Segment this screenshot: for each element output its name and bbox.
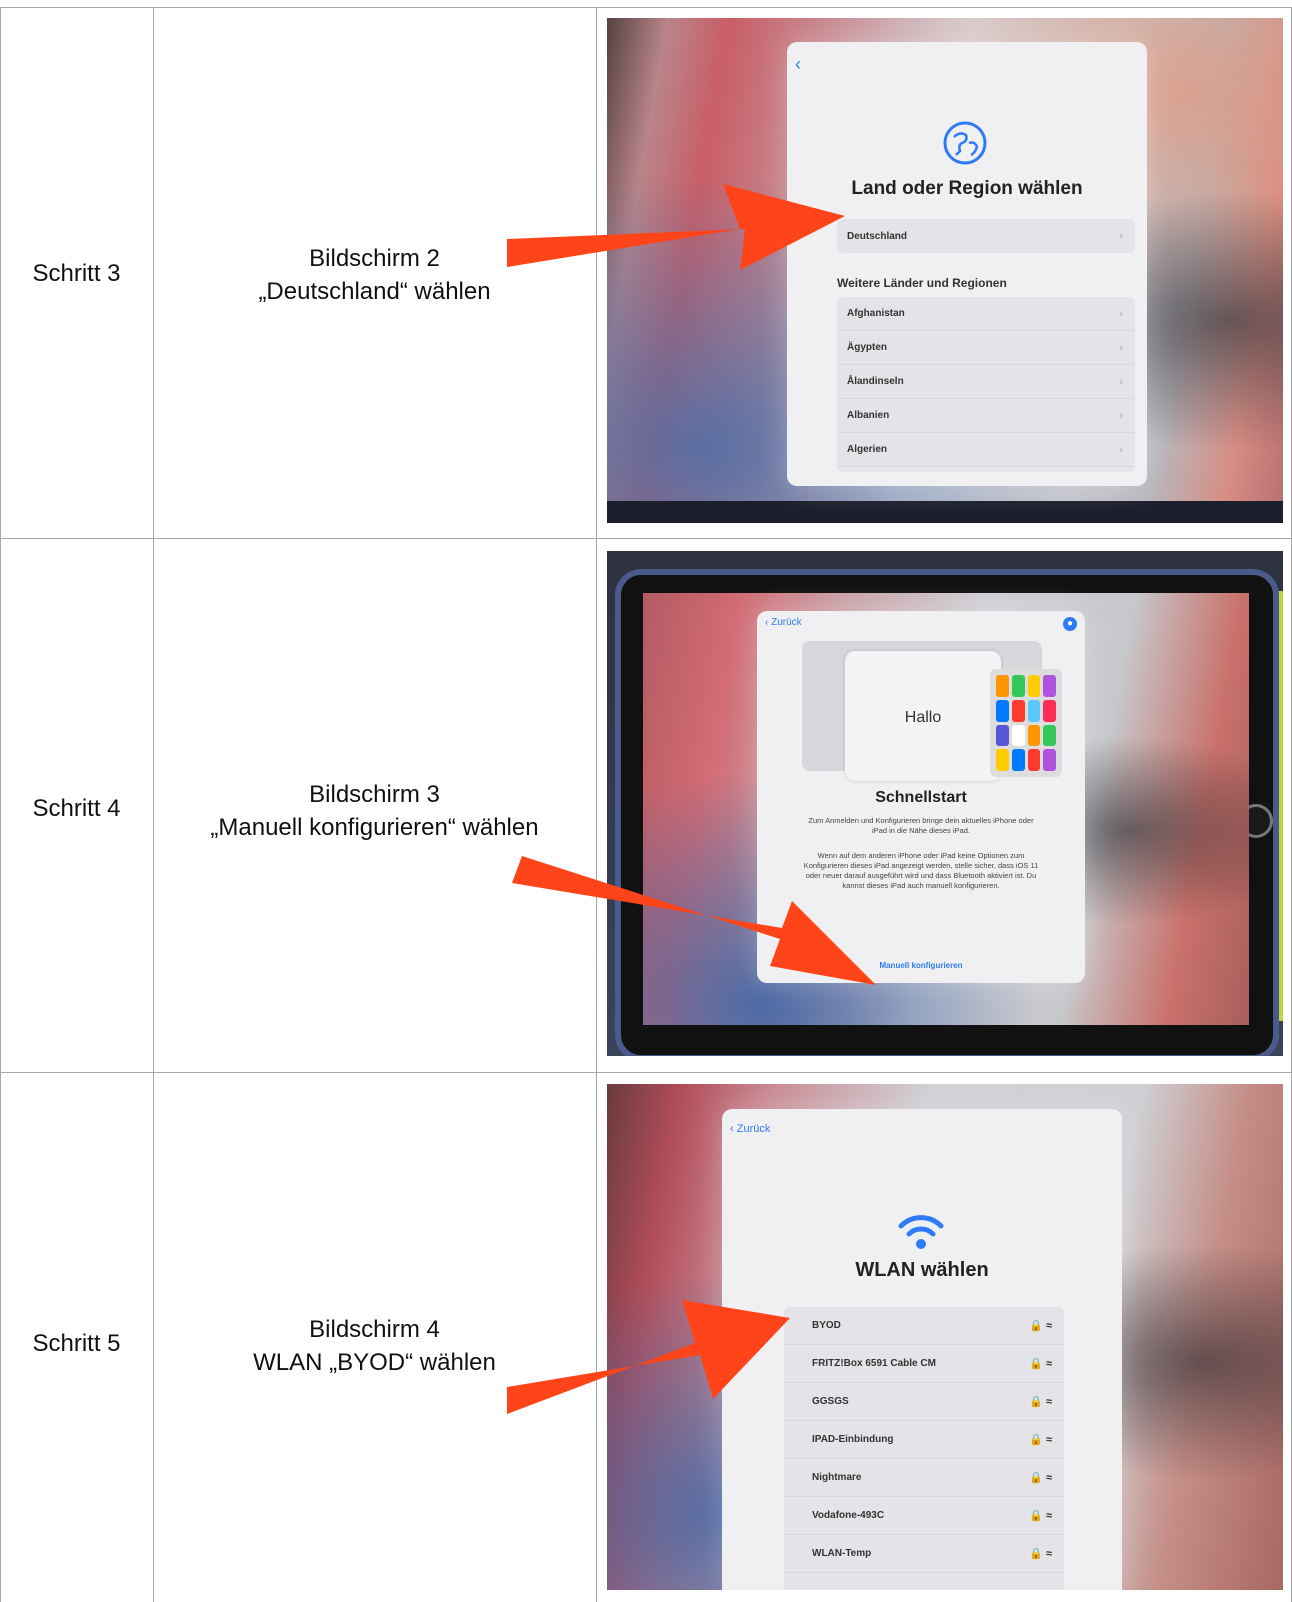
steps-table: Schritt 3 Bildschirm 2 „Deutschland“ wäh… <box>0 0 1292 1602</box>
pointer-arrows <box>507 184 876 1414</box>
arrow-icon <box>512 856 876 985</box>
arrow-icon <box>507 1300 790 1414</box>
arrow-icon <box>507 184 845 270</box>
